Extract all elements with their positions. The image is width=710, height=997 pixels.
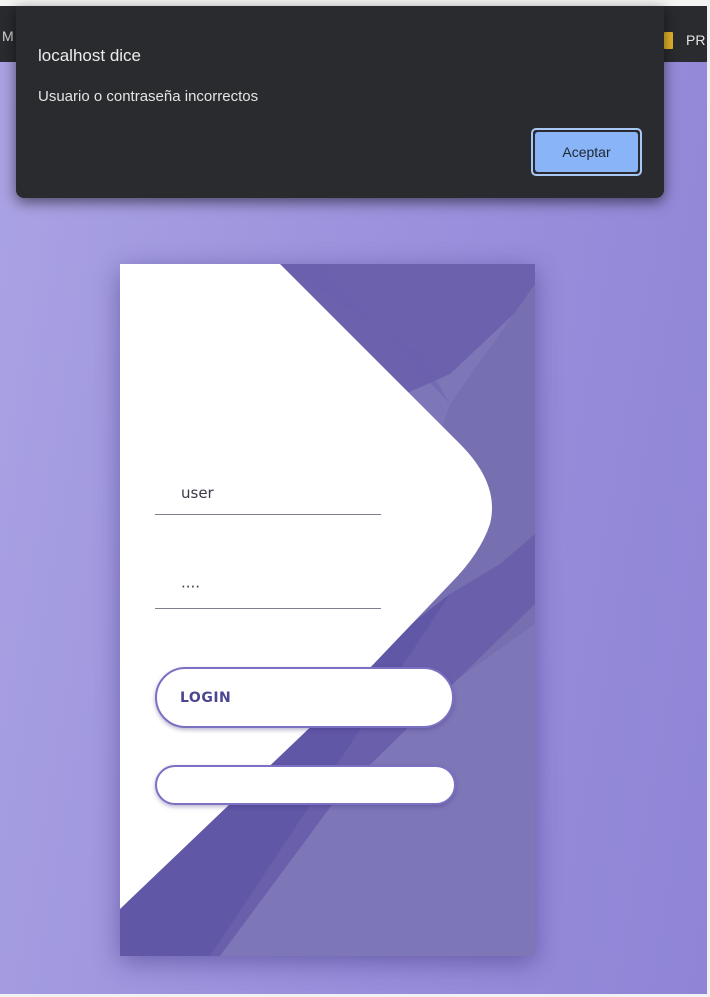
login-button-label: LOGIN <box>180 690 232 706</box>
bookmark-text-right[interactable]: PR <box>686 32 705 48</box>
bookmark-text-left[interactable]: M <box>2 28 14 44</box>
card-background-shapes <box>120 264 535 956</box>
folder-icon[interactable] <box>664 32 673 49</box>
dialog-title: localhost dice <box>38 46 142 65</box>
username-field[interactable]: user <box>155 476 381 515</box>
accept-button-label: Aceptar <box>535 132 638 172</box>
password-value: ···· <box>181 578 201 596</box>
username-value: user <box>181 484 214 502</box>
login-card: user ···· LOGIN <box>120 264 535 956</box>
login-button[interactable]: LOGIN <box>155 667 454 728</box>
accept-button[interactable]: Aceptar <box>531 128 642 176</box>
secondary-button[interactable] <box>155 765 456 805</box>
password-field[interactable]: ···· <box>155 570 381 609</box>
dialog-message: Usuario o contraseña incorrectos <box>38 88 259 105</box>
alert-dialog: localhost dice Usuario o contraseña inco… <box>16 6 664 198</box>
